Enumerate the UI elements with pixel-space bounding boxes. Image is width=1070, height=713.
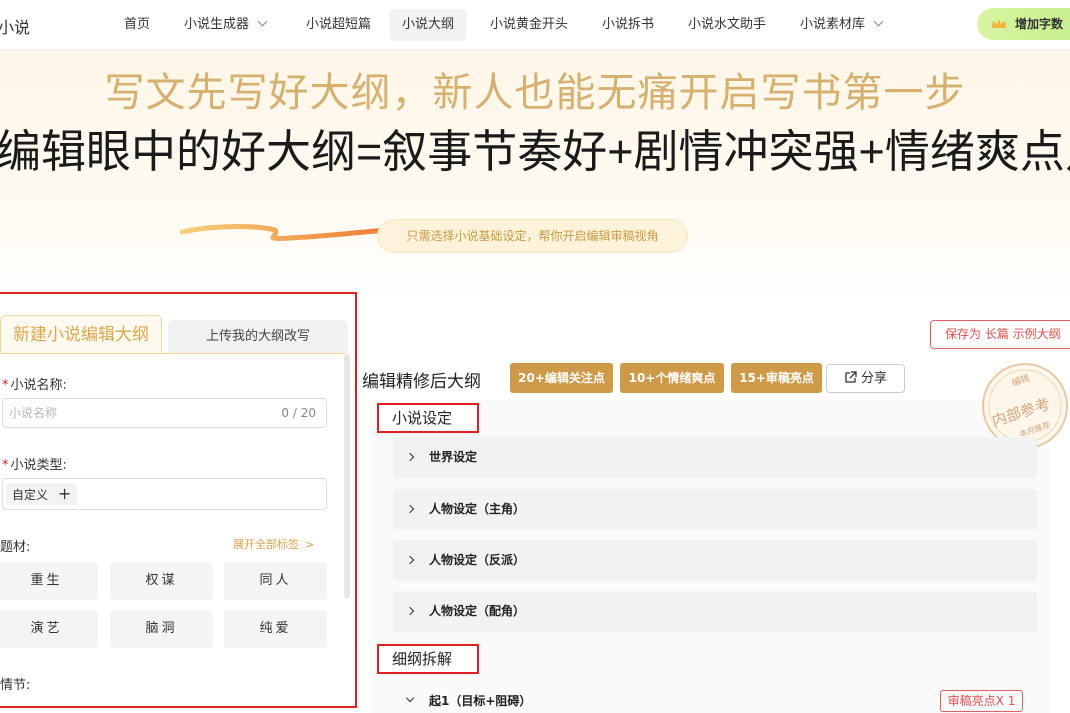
accordion-supporting-cast[interactable]: 人物设定（配角）: [393, 591, 1037, 632]
accordion-antagonist[interactable]: 人物设定（反派）: [393, 540, 1037, 581]
plot-label: 情节:: [0, 678, 31, 693]
theme-label: 题材:: [0, 540, 31, 555]
plus-icon[interactable]: +: [58, 484, 71, 503]
save-example-outline-button[interactable]: 保存为 长篇 示例大纲: [930, 320, 1070, 349]
emotion-points-badge: 10+个情绪爽点: [620, 363, 724, 393]
custom-type-tag[interactable]: 自定义 +: [6, 483, 78, 505]
chevron-down-icon: [257, 16, 268, 27]
tab-upload-outline[interactable]: 上传我的大纲改写: [168, 320, 348, 353]
nav-item-golden-opening[interactable]: 小说黄金开头: [478, 9, 580, 41]
hero-title: 编辑眼中的好大纲=叙事节奏好+剧情冲突强+情绪爽点足: [0, 126, 1070, 177]
form-scrollbar[interactable]: [344, 354, 350, 599]
chevron-right-icon: [405, 504, 415, 514]
nav-item-book-breakdown[interactable]: 小说拆书: [590, 9, 666, 41]
nav-item-generator[interactable]: 小说生成器: [172, 9, 278, 41]
outline-title: 编辑精修后大纲: [362, 372, 481, 392]
theme-chip[interactable]: 权谋: [110, 562, 213, 600]
chevron-right-icon: [405, 606, 415, 616]
novel-type-label: * 小说类型:: [2, 458, 67, 473]
editor-points-badge: 20+编辑关注点: [510, 363, 613, 393]
top-navbar: 小说 首页 小说生成器 小说超短篇 小说大纲 小说黄金开头 小说拆书 小说水文助…: [0, 0, 1070, 50]
nav-item-home[interactable]: 首页: [112, 9, 162, 41]
nav-item-outline[interactable]: 小说大纲: [390, 9, 467, 41]
nav-item-short-story[interactable]: 小说超短篇: [294, 9, 383, 41]
section-detailed-outline: 细纲拆解: [377, 644, 479, 674]
crown-icon: [992, 19, 1006, 28]
share-icon: [845, 371, 857, 383]
site-logo[interactable]: 小说: [0, 14, 30, 38]
expand-all-tags-link[interactable]: 展开全部标签 >: [233, 536, 314, 552]
add-word-count-button[interactable]: 增加字数: [977, 8, 1070, 40]
chevron-down-icon: [873, 16, 884, 27]
novel-type-field[interactable]: 自定义 +: [2, 478, 327, 510]
tab-new-outline[interactable]: 新建小说编辑大纲: [0, 315, 162, 353]
char-counter: 0 / 20: [281, 406, 316, 420]
chevron-right-icon: [405, 452, 415, 462]
share-button[interactable]: 分享: [826, 364, 905, 393]
highlight-count-badge: 审稿亮点X 1: [940, 690, 1023, 712]
section-novel-settings: 小说设定: [377, 403, 479, 433]
hero-subtitle: 写文先写好大纲，新人也能无痛开启写书第一步: [104, 71, 966, 115]
chevron-down-icon: [405, 693, 415, 703]
nav-item-filler-assistant[interactable]: 小说水文助手: [676, 9, 778, 41]
chevron-right-icon: [405, 555, 415, 565]
theme-chip[interactable]: 同人: [224, 562, 327, 600]
chevron-right-icon: >: [305, 538, 315, 551]
theme-chip[interactable]: 纯爱: [224, 610, 327, 648]
novel-name-input[interactable]: 小说名称 0 / 20: [2, 398, 327, 428]
outline-form-panel: 新建小说编辑大纲 上传我的大纲改写 * 小说名称: 小说名称 0 / 20 * 小说…: [0, 292, 357, 708]
accordion-world-settings[interactable]: 世界设定: [393, 437, 1037, 478]
review-highlights-badge: 15+审稿亮点: [731, 363, 822, 393]
theme-chip[interactable]: 脑洞: [110, 610, 213, 648]
accordion-protagonist[interactable]: 人物设定（主角）: [393, 489, 1037, 530]
novel-name-label: * 小说名称:: [2, 378, 67, 393]
hero-section: 写文先写好大纲，新人也能无痛开启写书第一步 编辑眼中的好大纲=叙事节奏好+剧情冲…: [0, 50, 1070, 300]
underline-decoration: [180, 224, 389, 241]
nav-item-material-library[interactable]: 小说素材库: [788, 9, 894, 41]
theme-chip[interactable]: 重生: [0, 562, 98, 600]
theme-chip[interactable]: 演艺: [0, 610, 98, 648]
hint-pill: 只需选择小说基础设定，帮你开启编辑审稿视角: [377, 219, 688, 253]
